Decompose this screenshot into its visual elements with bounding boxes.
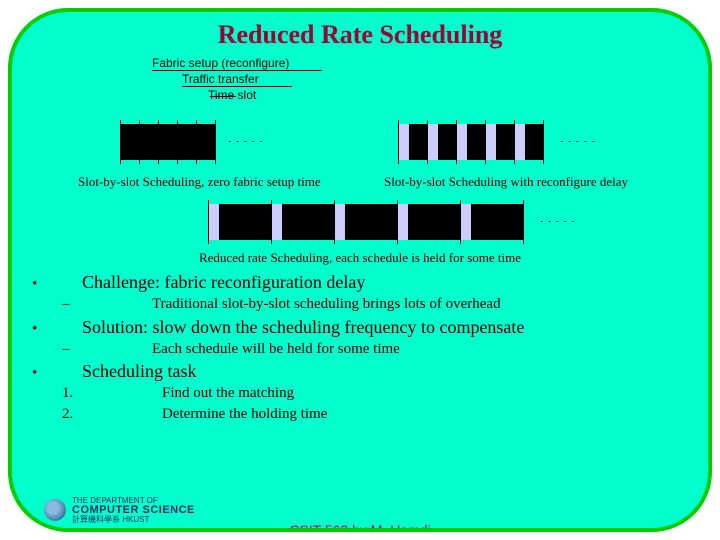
caption-right: Slot-by-slot Scheduling with reconfigure… [384,174,628,190]
bullet-3a: 1.Find out the matching [32,383,708,403]
timeslot-arrow [210,96,236,97]
caption-bottom: Reduced rate Scheduling, each schedule i… [12,250,708,266]
bullet-3: •Scheduling task [32,359,708,383]
bullet-3b: 2.Determine the holding time [32,404,708,424]
dots-right: - - - - - [560,136,596,147]
dots-bottom: - - - - - [540,216,576,227]
slide: Reduced Rate Scheduling Fabric setup (re… [8,8,712,532]
label-traffic: Traffic transfer [182,72,292,87]
bullet-2a: –Each schedule will be held for some tim… [32,339,708,359]
footer-center: CSIT 560 by M. Hamdi [289,522,430,532]
label-timeslot: Time slot [208,88,256,102]
label-fabric: Fabric setup (reconfigure) [152,56,322,71]
bullet-2: •Solution: slow down the scheduling freq… [32,315,708,339]
top-labels: Fabric setup (reconfigure) Traffic trans… [152,56,708,116]
caption-left: Slot-by-slot Scheduling, zero fabric set… [78,174,321,190]
bullet-1a: –Traditional slot-by-slot scheduling bri… [32,294,708,314]
diagram-row-2: - - - - - [12,200,708,246]
caption-row-1: Slot-by-slot Scheduling, zero fabric set… [12,174,708,194]
diagram-with-delay [398,120,544,160]
logo-line3: 計算機科學系 HKUST [72,516,195,524]
dept-logo: THE DEPARTMENT OF COMPUTER SCIENCE 計算機科學… [72,497,195,524]
diagram-row-1: - - - - - - - - - - [12,120,708,170]
diagram-zero-setup [120,120,216,160]
bullet-list: •Challenge: fabric reconfiguration delay… [32,270,708,424]
slide-title: Reduced Rate Scheduling [12,20,708,50]
page-number: 71 [668,522,684,532]
bullet-1: •Challenge: fabric reconfiguration delay [32,270,708,294]
diagram-reduced-rate [208,200,524,240]
dots-left: - - - - - [228,136,264,147]
